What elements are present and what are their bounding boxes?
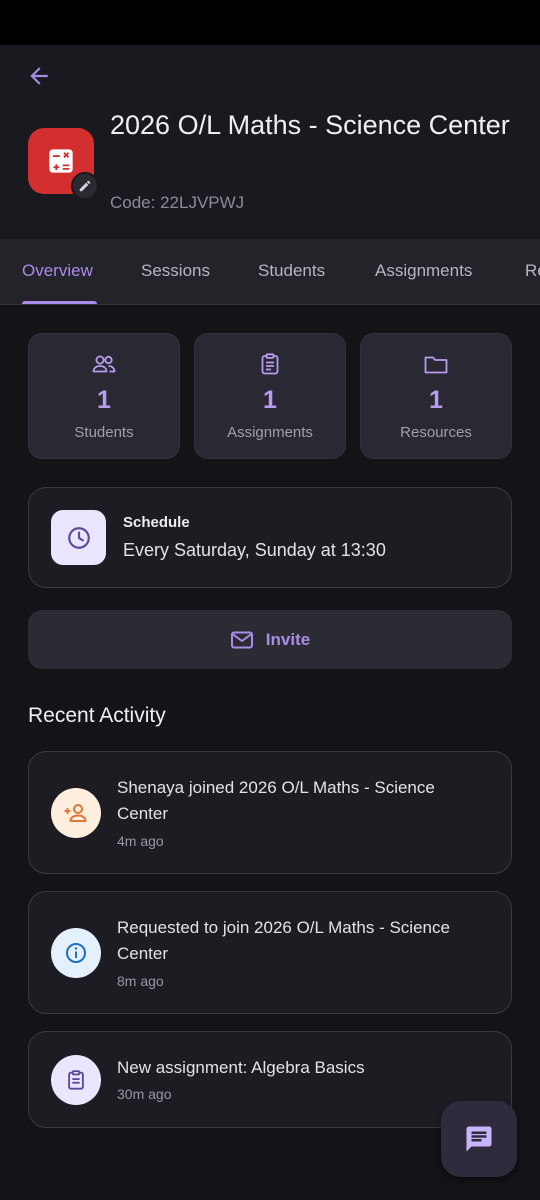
status-bar: [0, 0, 540, 45]
stat-card-students[interactable]: 1 Students: [28, 333, 180, 459]
tab-assignments[interactable]: Assignments: [375, 239, 472, 304]
invite-button[interactable]: Invite: [28, 610, 512, 669]
activity-time: 4m ago: [117, 833, 164, 849]
edit-icon-button[interactable]: [71, 172, 99, 200]
clipboard-icon: [261, 353, 279, 375]
class-title: 2026 O/L Maths - Science Center: [110, 110, 510, 140]
stat-card-resources[interactable]: 1 Resources: [360, 333, 512, 459]
stat-label: Students: [74, 424, 134, 441]
tab-overview[interactable]: Overview: [22, 239, 93, 304]
class-header: 2026 O/L Maths - Science Center Code: 22…: [0, 45, 540, 239]
activity-time: 8m ago: [117, 973, 164, 989]
pencil-icon: [79, 180, 91, 192]
activity-time: 30m ago: [117, 1086, 172, 1102]
activity-text: New assignment: Algebra Basics: [117, 1058, 365, 1077]
tab-bar: Overview Sessions Students Assignments R…: [0, 239, 540, 305]
recent-activity-title: Recent Activity: [28, 704, 166, 727]
schedule-title: Schedule: [123, 514, 190, 531]
stat-value: 1: [429, 386, 443, 414]
tab-sessions[interactable]: Sessions: [141, 239, 210, 304]
activity-icon-box: [51, 1055, 101, 1105]
stat-value: 1: [97, 386, 111, 414]
activity-text: Requested to join 2026 O/L Maths - Scien…: [117, 918, 450, 963]
stat-card-assignments[interactable]: 1 Assignments: [194, 333, 346, 459]
schedule-icon-box: [51, 510, 106, 565]
tab-indicator: [22, 301, 97, 304]
people-icon: [92, 355, 116, 373]
schedule-text: Every Saturday, Sunday at 13:30: [123, 540, 386, 560]
arrow-back-icon: [30, 67, 48, 85]
stat-value: 1: [263, 386, 277, 414]
activity-text: Shenaya joined 2026 O/L Maths - Science …: [117, 778, 435, 823]
assignment-icon: [68, 1070, 84, 1090]
tab-resources[interactable]: Re: [525, 239, 540, 304]
schedule-card: Schedule Every Saturday, Sunday at 13:30: [28, 487, 512, 588]
chat-fab-button[interactable]: [441, 1101, 517, 1177]
activity-item[interactable]: Requested to join 2026 O/L Maths - Scien…: [28, 891, 512, 1014]
chat-icon: [466, 1126, 492, 1152]
activity-icon-box: [51, 788, 101, 838]
tab-students[interactable]: Students: [258, 239, 325, 304]
class-code: Code: 22LJVPWJ: [110, 193, 245, 212]
mail-icon: [230, 631, 253, 648]
stat-label: Resources: [400, 424, 472, 441]
activity-item[interactable]: New assignment: Algebra Basics 30m ago: [28, 1031, 512, 1128]
stat-label: Assignments: [227, 424, 313, 441]
invite-label: Invite: [265, 629, 311, 649]
folder-icon: [424, 356, 448, 374]
person-add-icon: [64, 804, 87, 822]
activity-item[interactable]: Shenaya joined 2026 O/L Maths - Science …: [28, 751, 512, 874]
calculator-icon: [49, 149, 73, 173]
clock-icon: [67, 526, 90, 549]
info-icon: [66, 943, 86, 963]
activity-icon-box: [51, 928, 101, 978]
back-button[interactable]: [20, 59, 58, 93]
